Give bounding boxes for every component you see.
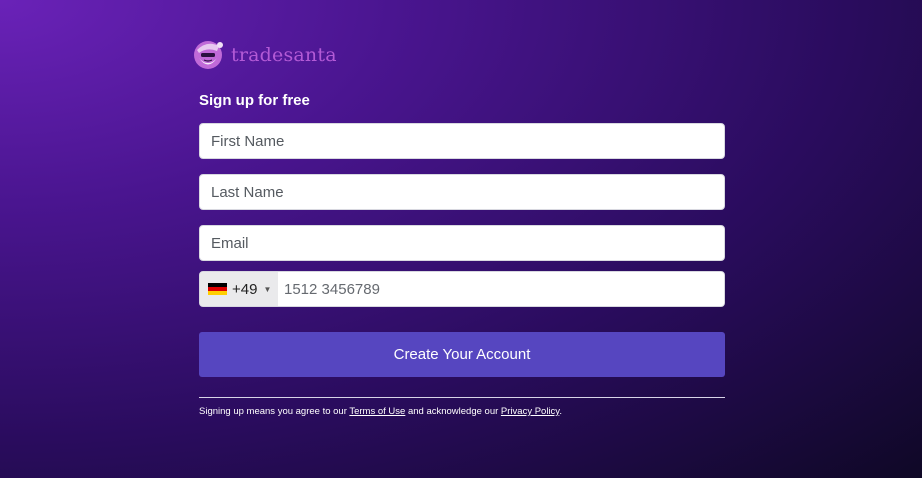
brand-name: tradesanta	[231, 44, 337, 66]
legal-suffix: .	[559, 406, 562, 417]
divider	[199, 397, 725, 398]
first-name-input[interactable]	[199, 123, 725, 159]
germany-flag-icon	[208, 282, 227, 296]
country-code-select[interactable]: +49 ▼	[200, 272, 278, 306]
santa-logo-icon	[194, 41, 223, 69]
caret-down-icon: ▼	[263, 284, 272, 294]
phone-field: +49 ▼	[199, 271, 725, 307]
legal-middle: and acknowledge our	[405, 406, 501, 417]
email-input[interactable]	[199, 225, 725, 261]
form-heading: Sign up for free	[199, 92, 310, 109]
phone-input[interactable]	[278, 272, 724, 306]
legal-prefix: Signing up means you agree to our	[199, 406, 350, 417]
last-name-input[interactable]	[199, 174, 725, 210]
legal-notice: Signing up means you agree to our Terms …	[199, 406, 562, 417]
create-account-button[interactable]: Create Your Account	[199, 332, 725, 377]
dial-code: +49	[232, 280, 258, 298]
terms-of-use-link[interactable]: Terms of Use	[349, 406, 405, 417]
brand-logo: tradesanta	[193, 38, 337, 72]
privacy-policy-link[interactable]: Privacy Policy	[501, 406, 559, 417]
